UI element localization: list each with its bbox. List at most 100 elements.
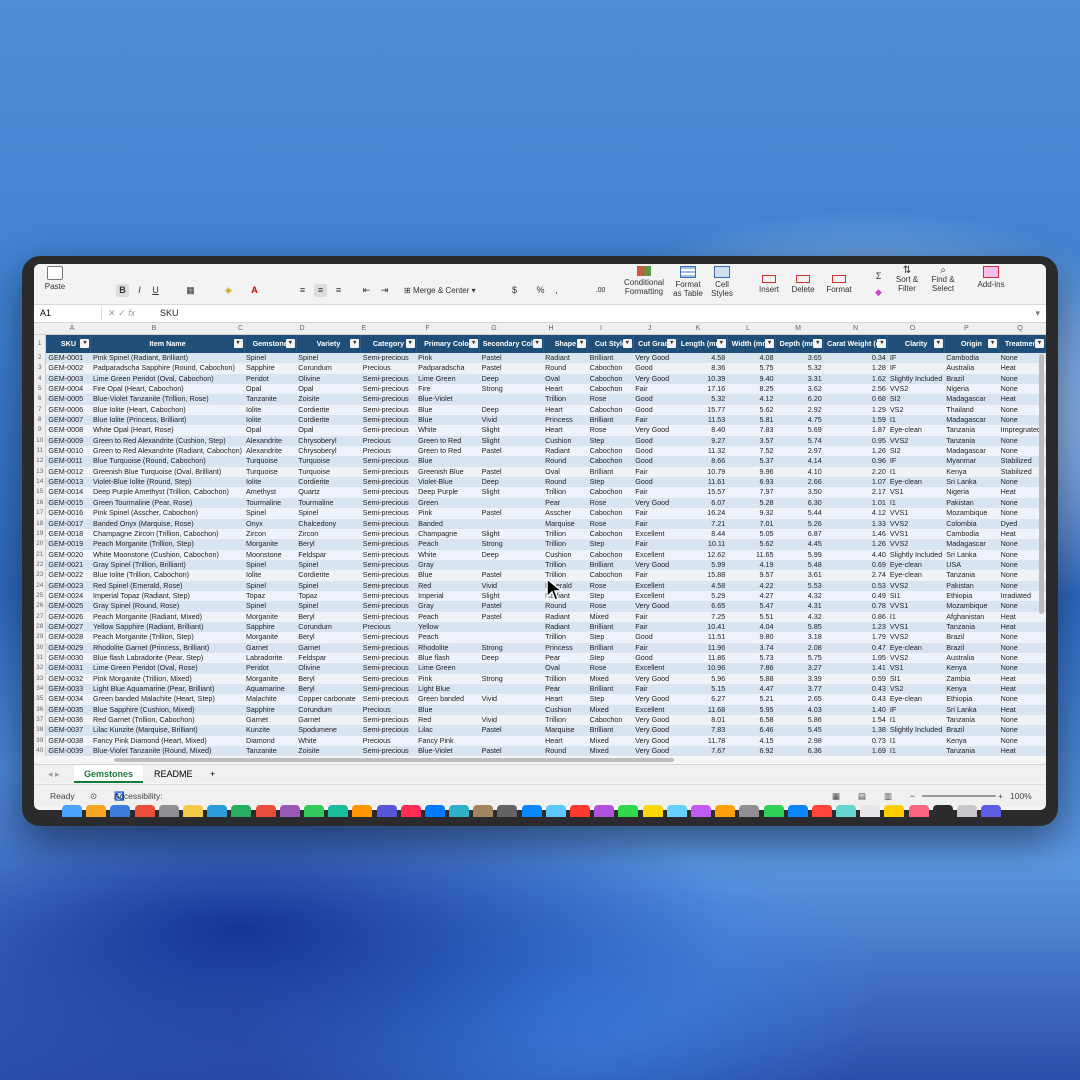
column-letter-d[interactable]: D: [269, 323, 335, 334]
table-cell[interactable]: 8.44: [677, 528, 728, 540]
table-cell[interactable]: 7.21: [677, 518, 728, 529]
table-cell[interactable]: 5.75: [775, 652, 824, 664]
table-row[interactable]: 18 GEM-0017 Banded Onyx (Marquise, Rose) On…: [34, 518, 1046, 529]
table-cell[interactable]: Semi-precious: [360, 384, 417, 395]
table-cell[interactable]: Red: [416, 580, 480, 591]
table-cell[interactable]: Spinel: [296, 601, 361, 612]
table-cell[interactable]: 11.86: [677, 652, 728, 664]
dock-app-icon[interactable]: [134, 805, 155, 817]
table-cell[interactable]: None: [998, 715, 1046, 726]
row-number[interactable]: 17: [34, 508, 47, 519]
table-cell[interactable]: 6.36: [775, 746, 824, 757]
table-cell[interactable]: 4.31: [775, 601, 824, 612]
table-cell[interactable]: 15.88: [677, 570, 728, 581]
table-row[interactable]: 17 GEM-0016 Pink Spinel (Asscher, Cabochon…: [34, 508, 1046, 519]
table-cell[interactable]: Pear: [543, 684, 588, 695]
table-cell[interactable]: Tanzania: [944, 746, 999, 757]
table-cell[interactable]: Semi-precious: [360, 673, 417, 684]
table-cell[interactable]: Deep: [479, 373, 544, 385]
table-cell[interactable]: Blue: [416, 456, 480, 467]
table-cell[interactable]: 6.30: [775, 497, 824, 509]
bold-button[interactable]: B: [116, 284, 129, 297]
row-number[interactable]: 8: [34, 415, 47, 426]
table-header-cell[interactable]: SKU ▾: [45, 335, 92, 353]
table-cell[interactable]: Lilac: [416, 725, 480, 736]
table-cell[interactable]: [479, 394, 544, 405]
table-cell[interactable]: Cabochon: [587, 549, 634, 560]
table-cell[interactable]: Slight: [479, 435, 544, 447]
table-cell[interactable]: Peach Morganite (Trillion, Step): [90, 539, 245, 550]
table-cell[interactable]: 11.68: [677, 704, 728, 716]
table-cell[interactable]: None: [998, 632, 1046, 643]
chevron-down-icon[interactable]: ▾: [1035, 306, 1040, 320]
table-row[interactable]: 20 GEM-0019 Peach Morganite (Trillion, Ste…: [34, 539, 1046, 550]
table-cell[interactable]: Heart: [543, 384, 588, 395]
table-cell[interactable]: Peach Morganite (Radiant, Mixed): [90, 611, 245, 622]
table-cell[interactable]: 4.12: [727, 394, 776, 405]
table-cell[interactable]: 1.41: [823, 663, 888, 674]
table-cell[interactable]: 0.68: [823, 394, 888, 405]
comma-button[interactable]: ,: [550, 284, 563, 297]
filter-dropdown-icon[interactable]: ▾: [532, 339, 542, 348]
table-cell[interactable]: GEM-0038: [45, 735, 91, 747]
table-cell[interactable]: Semi-precious: [360, 746, 417, 757]
table-cell[interactable]: Banded: [416, 518, 480, 529]
italic-button[interactable]: I: [133, 284, 146, 297]
row-number[interactable]: 11: [34, 446, 47, 457]
table-cell[interactable]: Myanmar: [944, 456, 999, 467]
table-cell[interactable]: Blue: [416, 404, 480, 416]
table-cell[interactable]: Radiant: [543, 611, 588, 622]
table-cell[interactable]: [479, 632, 544, 643]
table-cell[interactable]: Trillion: [543, 487, 588, 498]
table-cell[interactable]: Pink: [416, 353, 480, 364]
dock-app-icon[interactable]: [763, 805, 784, 817]
table-cell[interactable]: Round: [543, 477, 588, 488]
table-cell[interactable]: GEM-0033: [45, 684, 91, 695]
table-cell[interactable]: Cabochon: [587, 456, 634, 467]
table-cell[interactable]: Cabochon: [587, 384, 634, 395]
table-cell[interactable]: Step: [587, 590, 634, 602]
filter-dropdown-icon[interactable]: ▾: [813, 339, 823, 348]
table-cell[interactable]: Step: [587, 477, 634, 488]
table-cell[interactable]: Nigeria: [944, 384, 999, 395]
table-cell[interactable]: 0.49: [823, 590, 888, 602]
table-cell[interactable]: Lime Green: [416, 373, 480, 385]
table-cell[interactable]: Mozambique: [944, 508, 999, 519]
table-cell[interactable]: [479, 663, 544, 674]
table-cell[interactable]: Green to Red: [416, 435, 480, 447]
dock-app-icon[interactable]: [739, 805, 760, 817]
table-cell[interactable]: 5.73: [727, 652, 776, 664]
row-number[interactable]: 10: [34, 435, 47, 447]
table-cell[interactable]: 5.48: [775, 559, 824, 571]
table-cell[interactable]: 3.31: [775, 373, 824, 385]
table-cell[interactable]: Radiant: [543, 446, 588, 457]
table-header-cell[interactable]: Category ▾: [360, 335, 417, 353]
column-letter-m[interactable]: M: [773, 323, 823, 334]
table-cell[interactable]: SI2: [887, 394, 945, 405]
table-cell[interactable]: Fire: [416, 384, 480, 395]
table-cell[interactable]: Cabochon: [587, 446, 634, 457]
confirm-icon[interactable]: ✓: [118, 308, 126, 318]
table-cell[interactable]: GEM-0032: [45, 673, 91, 684]
table-cell[interactable]: 4.75: [775, 415, 824, 426]
table-header-cell[interactable]: Cut Style ▾: [587, 335, 634, 353]
sort-filter-button[interactable]: ⇅ Sort & Filter: [892, 266, 922, 294]
table-cell[interactable]: 1.62: [823, 373, 888, 385]
table-row[interactable]: 12 GEM-0011 Blue Turquoise (Round, Cabocho…: [34, 456, 1046, 467]
table-cell[interactable]: Deep: [479, 404, 544, 416]
table-cell[interactable]: Semi-precious: [360, 580, 417, 591]
table-cell[interactable]: GEM-0008: [45, 425, 91, 436]
table-cell[interactable]: Good: [633, 632, 678, 643]
table-cell[interactable]: Iolite: [244, 415, 297, 426]
table-cell[interactable]: Green: [416, 497, 480, 509]
table-cell[interactable]: None: [998, 652, 1046, 664]
table-cell[interactable]: Precious: [360, 363, 417, 374]
table-cell[interactable]: 4.32: [775, 590, 824, 602]
table-cell[interactable]: White: [416, 549, 480, 560]
table-cell[interactable]: Green to Red Alexandrite (Cushion, Step): [90, 435, 245, 447]
table-cell[interactable]: 4.08: [727, 353, 776, 364]
table-cell[interactable]: Semi-precious: [360, 652, 417, 664]
table-cell[interactable]: Asscher: [543, 508, 588, 519]
table-cell[interactable]: Oval: [543, 466, 588, 478]
table-header-cell[interactable]: Origin ▾: [944, 335, 1000, 353]
